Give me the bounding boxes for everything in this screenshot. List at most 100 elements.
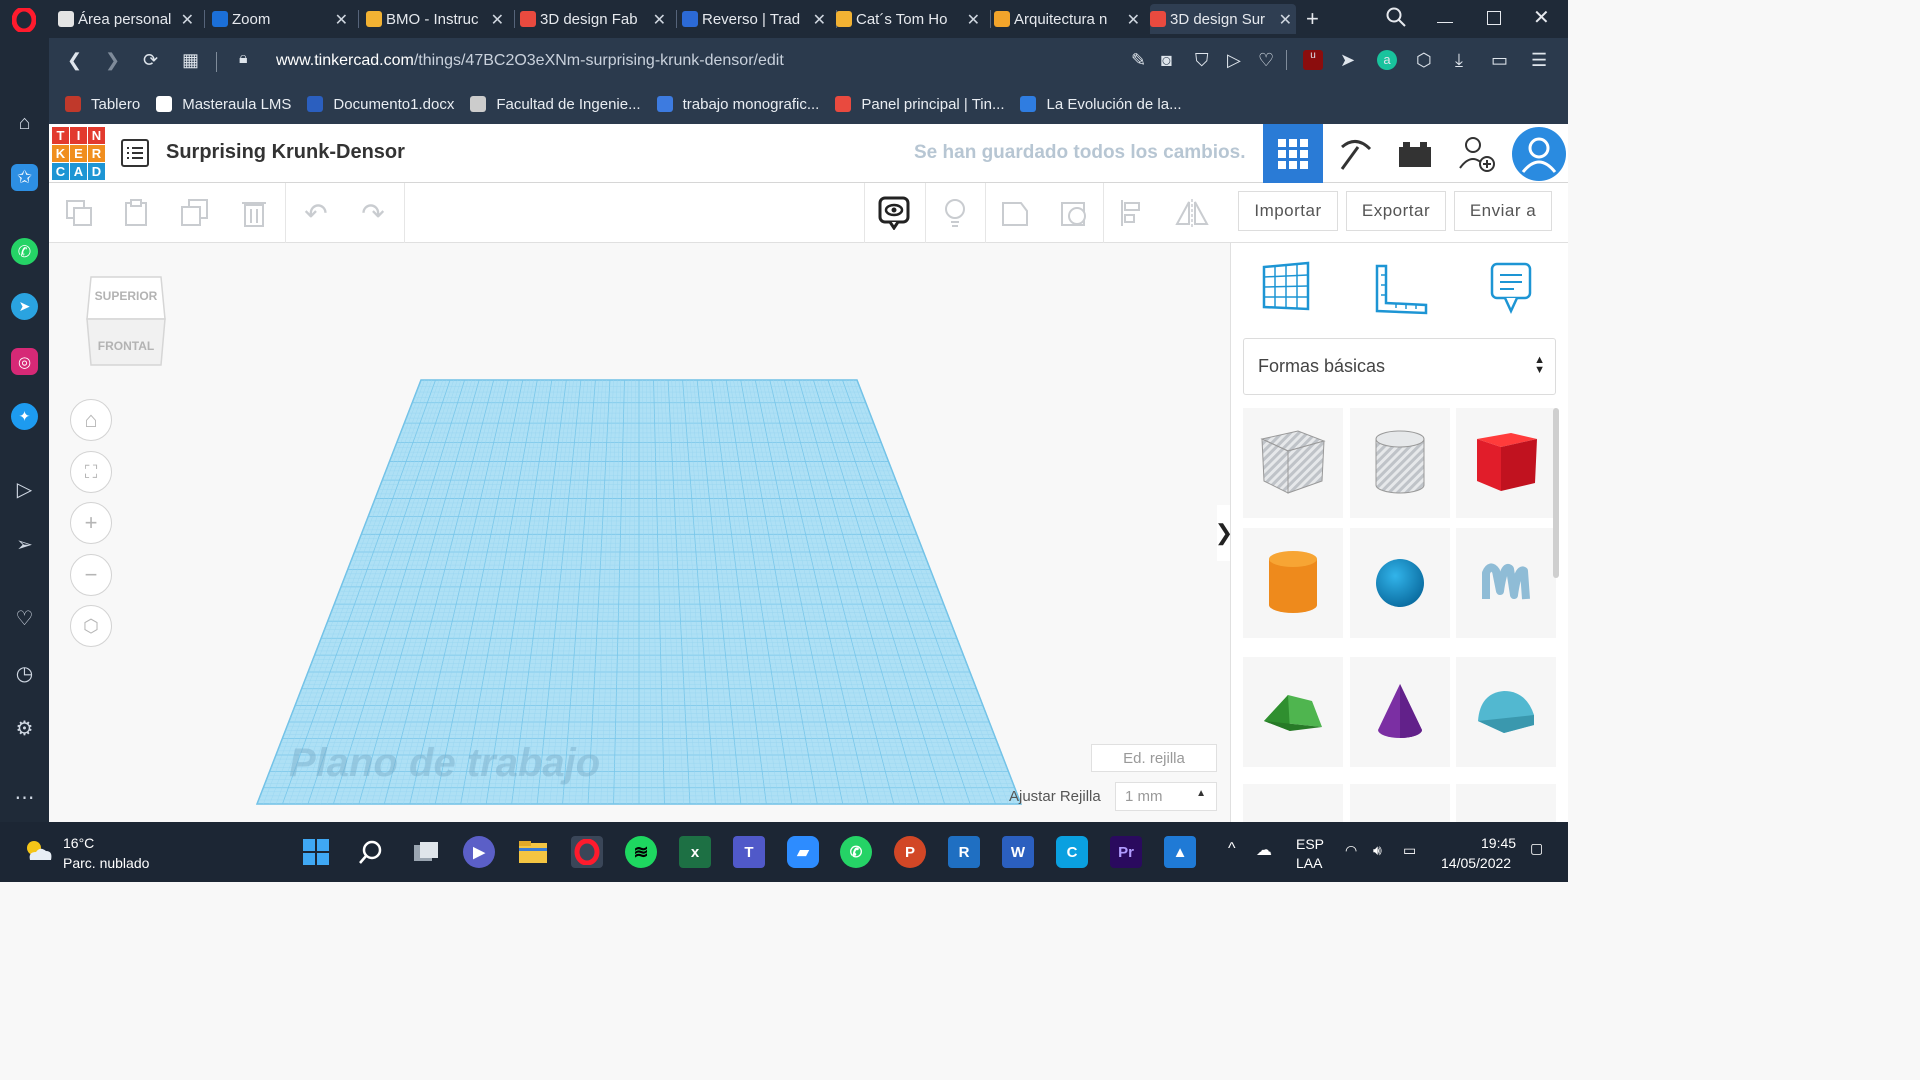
user-avatar[interactable] bbox=[1509, 124, 1569, 183]
fit-view-icon[interactable]: ⛶ bbox=[70, 451, 112, 493]
cisco-icon[interactable]: C bbox=[1056, 836, 1088, 868]
shape-more-2[interactable] bbox=[1350, 784, 1450, 822]
browser-tab[interactable]: Reverso | Trad ✕ bbox=[682, 4, 830, 34]
workplane-grid[interactable] bbox=[49, 243, 1230, 822]
easy-setup-icon[interactable]: ☰ bbox=[1531, 50, 1547, 71]
view-cube[interactable]: SUPERIOR FRONTAL bbox=[85, 273, 167, 369]
bookmark-item[interactable]: trabajo monografic... bbox=[656, 96, 819, 113]
flow-icon[interactable]: ➢ bbox=[11, 531, 38, 558]
favorites-heart-icon[interactable]: ♡ bbox=[11, 605, 38, 632]
opera-taskbar-icon[interactable] bbox=[571, 836, 603, 868]
revit-icon[interactable]: R bbox=[948, 836, 980, 868]
start-icon[interactable] bbox=[300, 836, 332, 868]
minimize-icon[interactable] bbox=[1437, 22, 1453, 23]
download-icon[interactable]: ⤓ bbox=[1455, 50, 1463, 71]
language-top[interactable]: ESP bbox=[1296, 836, 1324, 852]
close-tab-icon[interactable]: ✕ bbox=[335, 10, 348, 30]
cursor-extension-icon[interactable]: ➤ bbox=[1340, 50, 1355, 71]
whatsapp-icon[interactable]: ✆ bbox=[11, 238, 38, 265]
url-field[interactable]: www.tinkercad.com/things/47BC2O3eXNm-sur… bbox=[276, 52, 784, 70]
browser-tab[interactable]: Arquitectura n ✕ bbox=[994, 4, 1144, 34]
file-explorer-icon[interactable] bbox=[517, 836, 549, 868]
design-title[interactable]: Surprising Krunk-Densor bbox=[166, 141, 405, 164]
spotify-icon[interactable]: ≋ bbox=[625, 836, 657, 868]
workplane-tool-icon[interactable] bbox=[1261, 261, 1311, 318]
bookmark-item[interactable]: Tablero bbox=[65, 96, 140, 113]
close-window-icon[interactable]: ✕ bbox=[1533, 5, 1550, 30]
shape-box[interactable] bbox=[1456, 408, 1556, 518]
more-icon[interactable]: ⋯ bbox=[11, 784, 38, 811]
edit-grid-button[interactable]: Ed. rejilla bbox=[1091, 744, 1217, 772]
design-list-icon[interactable] bbox=[121, 139, 149, 167]
zoom-app-icon[interactable]: ▰ bbox=[787, 836, 819, 868]
browser-tab[interactable]: Área personal ✕ bbox=[58, 4, 198, 34]
shape-cylinder[interactable] bbox=[1243, 528, 1343, 638]
close-tab-icon[interactable]: ✕ bbox=[1279, 10, 1292, 30]
view-cube-front-label[interactable]: FRONTAL bbox=[85, 339, 167, 353]
weather-temperature[interactable]: 16°C bbox=[63, 835, 94, 851]
shape-roof[interactable] bbox=[1243, 657, 1343, 767]
weather-icon[interactable] bbox=[22, 838, 54, 864]
instagram-icon[interactable]: ◎ bbox=[11, 348, 38, 375]
powerpoint-icon[interactable]: P bbox=[894, 836, 926, 868]
show-hidden-icon[interactable]: ^ bbox=[1228, 840, 1236, 858]
cube-extension-icon[interactable]: ⬡ bbox=[1416, 50, 1432, 71]
wifi-icon[interactable]: ◠ bbox=[1345, 842, 1357, 859]
blocks-pickaxe-icon[interactable] bbox=[1325, 124, 1385, 183]
shape-more-1[interactable] bbox=[1243, 784, 1343, 822]
snap-grid-select[interactable]: 1 mm ▲ bbox=[1115, 782, 1217, 811]
delete-icon[interactable] bbox=[236, 195, 272, 231]
forward-icon[interactable]: ❯ bbox=[105, 50, 120, 71]
shape-sphere[interactable] bbox=[1350, 528, 1450, 638]
speed-dial-icon[interactable]: ▦ bbox=[182, 50, 199, 71]
workplane-canvas[interactable]: SUPERIOR FRONTAL ⌂ ⛶ + − ⬡ Plano de trab… bbox=[49, 243, 1233, 822]
bookmark-item[interactable]: Facultad de Ingenie... bbox=[470, 96, 641, 113]
shape-category-select[interactable]: Formas básicas ▲ ▼ bbox=[1243, 338, 1556, 395]
reload-icon[interactable]: ⟳ bbox=[143, 50, 158, 71]
shape-cone[interactable] bbox=[1350, 657, 1450, 767]
history-icon[interactable]: ◷ bbox=[11, 660, 38, 687]
premiere-icon[interactable]: Pr bbox=[1110, 836, 1142, 868]
ungroup-icon[interactable] bbox=[1056, 195, 1092, 231]
undo-icon[interactable]: ↶ bbox=[298, 195, 334, 231]
new-tab-icon[interactable]: + bbox=[1306, 6, 1319, 32]
excel-icon[interactable]: x bbox=[679, 836, 711, 868]
clock-date[interactable]: 14/05/2022 bbox=[1441, 855, 1511, 871]
amazon-extension-icon[interactable]: a bbox=[1377, 50, 1397, 70]
send-icon[interactable]: ▷ bbox=[1227, 50, 1241, 71]
shape-more-3[interactable] bbox=[1456, 784, 1556, 822]
task-view-icon[interactable] bbox=[410, 836, 442, 868]
settings-icon[interactable]: ⚙ bbox=[11, 715, 38, 742]
close-tab-icon[interactable]: ✕ bbox=[1127, 10, 1140, 30]
view-cube-top-label[interactable]: SUPERIOR bbox=[85, 289, 167, 303]
bricks-icon[interactable] bbox=[1385, 124, 1445, 183]
send-to-button[interactable]: Enviar a bbox=[1454, 191, 1552, 231]
battery-icon[interactable]: ▭ bbox=[1403, 842, 1416, 859]
adblock-icon[interactable]: ⛉ bbox=[1195, 50, 1209, 71]
collapse-panel-icon[interactable]: ❯ bbox=[1215, 505, 1233, 561]
import-button[interactable]: Importar bbox=[1238, 191, 1338, 231]
close-tab-icon[interactable]: ✕ bbox=[813, 10, 826, 30]
player-icon[interactable]: ▷ bbox=[11, 476, 38, 503]
group-icon[interactable] bbox=[997, 195, 1033, 231]
bookmark-item[interactable]: Panel principal | Tin... bbox=[835, 96, 1004, 113]
language-bottom[interactable]: LAA bbox=[1296, 855, 1322, 871]
teams-chat-icon[interactable]: ▶ bbox=[463, 836, 495, 868]
notifications-icon[interactable]: ▢ bbox=[1530, 840, 1543, 857]
opera-logo-icon[interactable] bbox=[11, 6, 37, 34]
notes-visibility-icon[interactable] bbox=[876, 195, 912, 231]
edit-page-icon[interactable]: ✎ bbox=[1131, 50, 1146, 71]
bookmark-item[interactable]: La Evolución de la... bbox=[1020, 96, 1182, 113]
volume-icon[interactable]: 🔊︎ bbox=[1373, 842, 1382, 859]
onedrive-icon[interactable]: ☁ bbox=[1256, 840, 1272, 860]
export-button[interactable]: Exportar bbox=[1346, 191, 1446, 231]
photos-icon[interactable]: ▲ bbox=[1164, 836, 1196, 868]
clock-time[interactable]: 19:45 bbox=[1481, 835, 1516, 851]
snapshot-icon[interactable]: ◙ bbox=[1161, 50, 1172, 71]
shape-box-hole[interactable] bbox=[1243, 408, 1343, 518]
search-tabs-icon[interactable] bbox=[1385, 6, 1407, 33]
browser-tab[interactable]: Zoom ✕ bbox=[212, 4, 352, 34]
weather-description[interactable]: Parc. nublado bbox=[63, 855, 149, 871]
teams-icon[interactable]: T bbox=[733, 836, 765, 868]
telegram-icon[interactable]: ➤ bbox=[11, 293, 38, 320]
